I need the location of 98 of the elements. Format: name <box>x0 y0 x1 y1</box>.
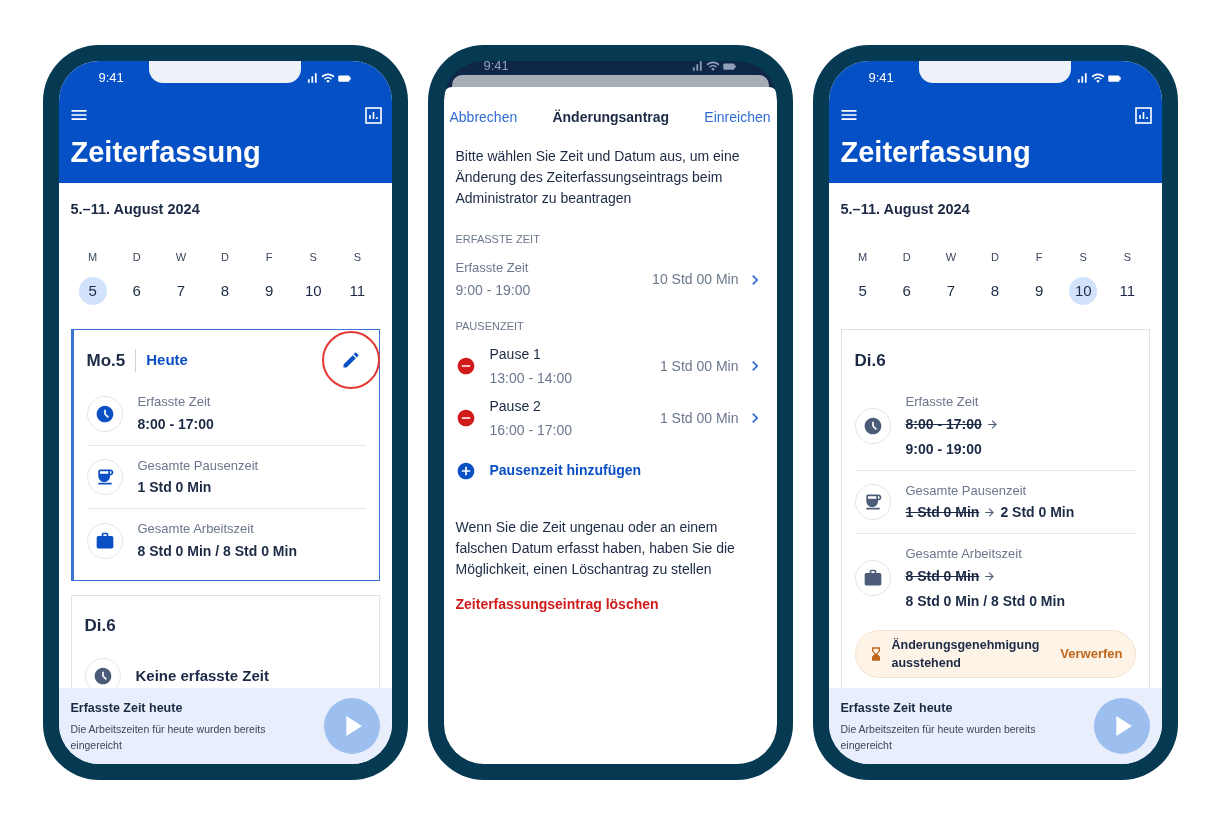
day-number[interactable]: 6 <box>122 277 151 306</box>
row-label: Gesamte Arbeitszeit <box>905 545 1023 564</box>
submit-link[interactable]: Einreichen <box>704 107 771 128</box>
status-time: 9:41 <box>868 69 894 88</box>
day-number[interactable]: 7 <box>936 277 965 306</box>
chart-icon[interactable] <box>1134 106 1152 124</box>
status-time: 9:41 <box>98 69 124 88</box>
weekday-letter: S <box>1123 249 1132 265</box>
item-range: 16:00 - 17:00 <box>489 420 573 440</box>
row-value: 2 Std 0 Min <box>1000 503 1075 523</box>
status-time: 9:41 <box>483 61 509 75</box>
weekday-letter: S <box>309 249 317 265</box>
row-label: Erfasste Zeit <box>137 393 212 412</box>
day-label: Mo.5 <box>86 349 126 372</box>
item-label: Pause 2 <box>489 396 542 416</box>
add-icon[interactable] <box>455 460 476 481</box>
remove-icon[interactable] <box>455 356 476 376</box>
day-number[interactable]: 9 <box>255 277 284 306</box>
footer-title: Erfasste Zeit heute <box>840 700 954 718</box>
today-label: Heute <box>135 349 188 372</box>
pending-text: Änderungsgenehmigung ausstehend <box>891 636 1041 672</box>
weekday-letter: F <box>265 249 273 265</box>
previous-value: 1 Std 0 Min <box>905 503 980 523</box>
wifi-icon <box>705 61 720 73</box>
delete-entry-link[interactable]: Zeiterfassungseintrag löschen <box>455 594 659 615</box>
item-duration: 1 Std 00 Min <box>659 356 739 376</box>
day-label: Di.6 <box>84 615 116 637</box>
page-title: Zeiterfassung <box>69 135 262 170</box>
weekday-letter: M <box>88 249 98 265</box>
item-range: 13:00 - 14:00 <box>489 368 573 388</box>
weekday-letter: S <box>353 249 362 265</box>
row-value: 8 Std 0 Min / 8 Std 0 Min <box>905 591 1065 611</box>
weekday-letter: W <box>945 249 957 265</box>
item-duration: 1 Std 00 Min <box>659 408 739 428</box>
arrow-icon <box>983 569 997 583</box>
row-value: 9:00 - 19:00 <box>905 439 983 459</box>
chart-icon[interactable] <box>364 106 382 124</box>
cancel-link[interactable]: Abbrechen <box>449 107 518 128</box>
footer-text: Die Arbeitszeiten für heute wurden bereits eingereicht <box>70 721 267 753</box>
weekday-letter: D <box>221 249 229 265</box>
day-number[interactable]: 10 <box>1069 277 1098 306</box>
delete-info-text: Wenn Sie die Zeit ungenau oder an einem falschen Datum erfasst haben, haben Sie die Möglichkeit, einen Löschantrag zu stellen <box>455 518 736 579</box>
briefcase-icon <box>862 568 883 588</box>
row-label: Gesamte Pausenzeit <box>137 456 259 475</box>
row-label: Gesamte Pausenzeit <box>905 481 1028 500</box>
footer-text: Die Arbeitszeiten für heute wurden bereits eingereicht <box>840 721 1037 753</box>
wifi-icon <box>320 71 335 85</box>
page-title: Zeiterfassung <box>839 135 1032 170</box>
row-value: Keine erfasste Zeit <box>135 665 269 686</box>
clock-icon <box>862 416 883 436</box>
row-label: Gesamte Arbeitszeit <box>137 520 255 539</box>
section-heading: PAUSENZEIT <box>455 318 525 334</box>
row-value: 8:00 - 17:00 <box>137 414 214 434</box>
weekday-letter: F <box>1035 249 1043 265</box>
day-number[interactable]: 8 <box>981 277 1009 306</box>
clock-icon <box>94 403 115 424</box>
weekday-letter: S <box>1079 249 1087 265</box>
arrow-icon <box>983 506 997 520</box>
remove-icon[interactable] <box>455 408 476 428</box>
day-number[interactable]: 8 <box>211 277 239 306</box>
intro-text: Bitte wählen Sie Zeit und Datum aus, um eine Änderung des Zeiterfassungseintrags beim Administrator zu beantragen <box>455 147 741 208</box>
briefcase-icon <box>94 530 115 551</box>
item-range: 9:00 - 19:00 <box>455 281 532 301</box>
wifi-icon <box>1090 71 1105 85</box>
day-number[interactable]: 5 <box>78 277 107 306</box>
item-label: Erfasste Zeit <box>455 258 530 277</box>
section-heading: ERFASSTE ZEIT <box>455 232 541 247</box>
footer-title: Erfasste Zeit heute <box>70 700 184 718</box>
day-number[interactable]: 6 <box>892 277 921 306</box>
discard-button[interactable]: Verwerfen <box>1060 644 1123 664</box>
weekday-letter: M <box>858 249 868 265</box>
weekday-letter: D <box>132 249 141 265</box>
weekday-letter: D <box>991 249 999 265</box>
day-card[interactable]: Di.6 Keine erfasste Zeit <box>70 594 380 688</box>
week-range: 5.–11. August 2024 <box>840 200 971 219</box>
sheet-title: Änderungsantrag <box>552 108 670 127</box>
day-number[interactable]: 9 <box>1025 277 1054 306</box>
day-card[interactable]: Mo.5 Heute Erfasste Zeit 8:00 - 17:00 Gesamte Pausenzeit 1 Std 0 Min Gesamte Arbeitszeit 8 Std 0 Min / 8 Std 0 Min <box>70 329 380 581</box>
day-label: Di.6 <box>854 349 886 372</box>
row-label: Erfasste Zeit <box>905 393 980 412</box>
day-number[interactable]: 11 <box>1113 277 1142 306</box>
weekday-letter: D <box>902 249 911 265</box>
weekday-letter: W <box>175 249 187 265</box>
row-value: 8 Std 0 Min / 8 Std 0 Min <box>137 541 297 561</box>
day-number[interactable]: 5 <box>848 277 877 306</box>
day-number[interactable]: 10 <box>299 277 328 306</box>
item-duration: 10 Std 00 Min <box>652 270 739 289</box>
day-card[interactable]: Di.6 Erfasste Zeit 8:00 - 17:00 9:00 - 19:00 Gesamte Pausenzeit 1 Std 0 Min 2 Std 0 Min Gesamte Arbeitszeit 8 Std 0 Min 8 Std 0 Min / 8 Std 0 Min Änderungsgenehmigung ausstehend Verwerfen <box>840 329 1150 688</box>
day-number[interactable]: 11 <box>343 277 372 306</box>
add-break-link[interactable]: Pausenzeit hinzufügen <box>489 460 642 481</box>
previous-value: 8:00 - 17:00 <box>905 414 982 434</box>
arrow-icon <box>985 417 999 431</box>
clock-icon <box>92 665 113 686</box>
day-number[interactable]: 7 <box>166 277 195 306</box>
previous-value: 8 Std 0 Min <box>905 566 980 586</box>
week-range: 5.–11. August 2024 <box>70 200 201 219</box>
row-value: 1 Std 0 Min <box>137 478 213 498</box>
item-label: Pause 1 <box>489 344 542 364</box>
